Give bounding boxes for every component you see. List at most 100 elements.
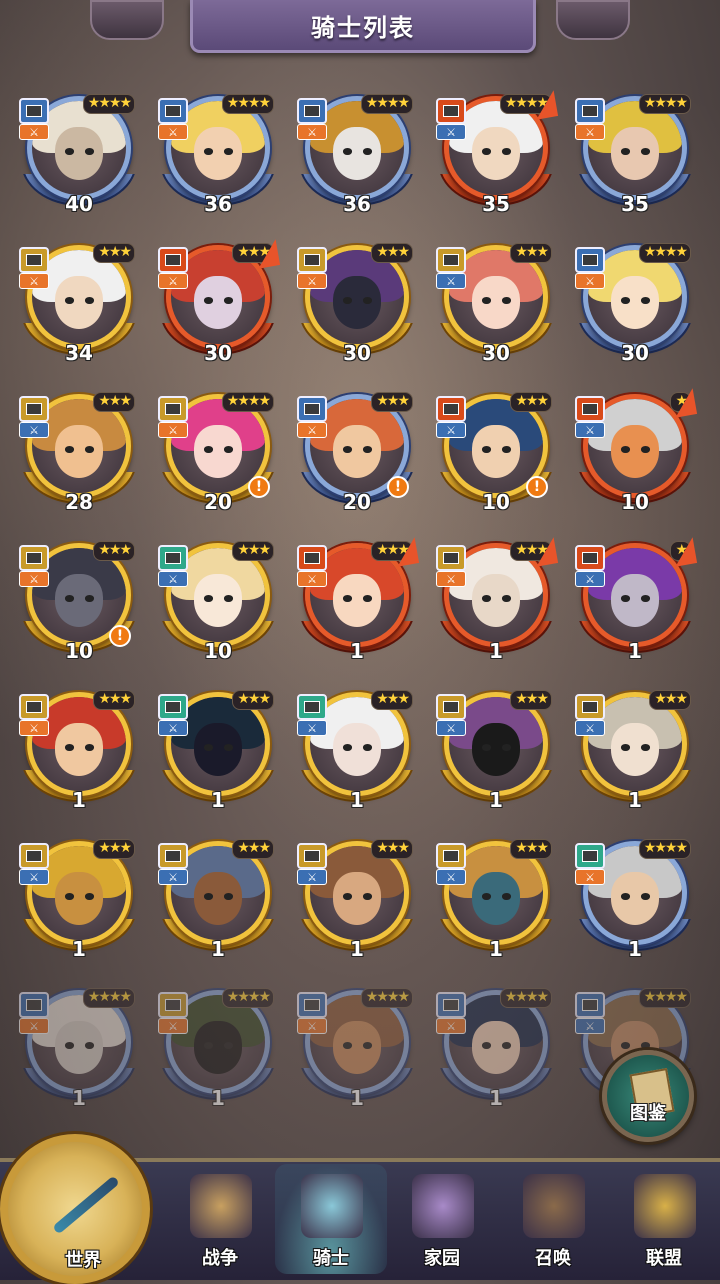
knight-card[interactable]: 10 ★ ⚔ — [571, 388, 698, 518]
knight-card[interactable]: 1 ★★★ ⚔ — [293, 688, 417, 816]
knight-card[interactable]: 10 ★★★ ⚔! — [432, 390, 556, 518]
knight-eye — [362, 446, 373, 453]
class-glyph — [443, 552, 459, 564]
page-title: 骑士列表 — [311, 13, 415, 42]
sword-icon: ⚔ — [297, 571, 327, 587]
knight-skin — [332, 1021, 382, 1074]
knight-card[interactable]: 1 ★★★★ ⚔ — [293, 986, 417, 1114]
knight-card[interactable]: 1 ★★★ ⚔ — [15, 837, 139, 965]
class-icon — [297, 694, 327, 720]
class-icon — [297, 98, 327, 124]
class-glyph — [26, 552, 42, 564]
knight-card[interactable]: 1 ★★★★ ⚔ — [154, 986, 278, 1114]
knight-card[interactable]: 1 ★★★ ⚔ — [432, 688, 556, 816]
sword-icon: ⚔ — [19, 1018, 49, 1034]
knight-card[interactable]: 1 ★★★ ⚔ — [432, 837, 556, 965]
knight-card[interactable]: 35 ★★★★ ⚔ — [571, 92, 695, 220]
knight-skin — [610, 276, 660, 329]
knight-card[interactable]: 1 ★★★ ⚔ — [432, 537, 559, 667]
knight-eye — [342, 297, 353, 304]
knight-card[interactable]: 40 ★★★★ ⚔ — [15, 92, 139, 220]
knight-card[interactable]: 1 ★★★ ⚔ — [571, 688, 695, 816]
class-glyph — [582, 701, 598, 713]
class-glyph — [26, 254, 42, 266]
knight-card[interactable]: 1 ★★★ ⚔ — [154, 837, 278, 965]
nav-item-2[interactable]: 家园 — [386, 1164, 498, 1274]
knight-card[interactable]: 10 ★★★ ⚔! — [15, 539, 139, 667]
nav-item-3[interactable]: 召唤 — [497, 1164, 609, 1274]
knight-eye — [362, 893, 373, 900]
knight-card[interactable]: 34 ★★★ ⚔ — [15, 241, 139, 369]
star-rating: ★★★ — [371, 392, 413, 412]
star-rating: ★★★★ — [221, 392, 274, 412]
knight-card[interactable]: 1 ★★★★ ⚔ — [571, 837, 695, 965]
star-rating: ★★★ — [649, 690, 691, 710]
class-glyph — [304, 105, 320, 117]
knight-card[interactable]: 35 ★★★★ ⚔ — [432, 90, 559, 220]
knight-level: 1 — [72, 1086, 86, 1110]
compass-icon — [52, 1175, 120, 1235]
knight-eye — [223, 595, 234, 602]
knight-card[interactable]: 1 ★★★ ⚔ — [15, 688, 139, 816]
knight-eye — [481, 744, 492, 751]
upgrade-arrow-icon — [670, 388, 698, 418]
alert-icon: ! — [526, 476, 548, 498]
nav-item-0[interactable]: 战争 — [164, 1164, 276, 1274]
class-glyph — [304, 254, 320, 266]
sword-icon: ⚔ — [158, 571, 188, 587]
class-glyph — [582, 105, 598, 117]
knight-card[interactable]: 1 ★★★ ⚔ — [293, 837, 417, 965]
nav-label: 骑士 — [313, 1248, 349, 1269]
nav-item-4[interactable]: 联盟 — [608, 1164, 720, 1274]
knight-eye — [640, 893, 651, 900]
star-rating: ★★★★ — [82, 94, 135, 114]
knight-eye — [223, 893, 234, 900]
knight-card[interactable]: 28 ★★★ ⚔ — [15, 390, 139, 518]
knight-card[interactable]: 30 ★★★★ ⚔ — [571, 241, 695, 369]
knight-card[interactable]: 20 ★★★ ⚔! — [293, 390, 417, 518]
class-glyph — [26, 403, 42, 415]
knight-card[interactable]: 10 ★★★ ⚔ — [154, 539, 278, 667]
knight-eye — [223, 744, 234, 751]
class-glyph — [165, 105, 181, 117]
knight-card[interactable]: 36 ★★★★ ⚔ — [154, 92, 278, 220]
class-glyph — [443, 254, 459, 266]
knight-eye — [620, 893, 631, 900]
knight-card[interactable]: 1 ★★★★ ⚔ — [15, 986, 139, 1114]
knight-level: 1 — [211, 788, 225, 812]
knight-eye — [84, 148, 95, 155]
knight-card[interactable]: 30 ★★★ ⚔ — [293, 241, 417, 369]
star-rating: ★★★ — [510, 392, 552, 412]
knight-eye — [481, 446, 492, 453]
knight-eye — [203, 148, 214, 155]
upgrade-arrow-icon — [531, 537, 559, 567]
class-glyph — [582, 403, 598, 415]
knight-skin — [332, 276, 382, 329]
knight-eye — [64, 297, 75, 304]
nav-item-1[interactable]: 骑士 — [275, 1164, 387, 1274]
knight-card[interactable]: 1 ★★★ ⚔ — [293, 537, 420, 667]
knight-card[interactable]: 1 ★★★★ ⚔ — [432, 986, 556, 1114]
knight-card[interactable]: 1 ★ ⚔ — [571, 537, 698, 667]
class-glyph — [26, 999, 42, 1011]
world-button[interactable]: 世界 — [0, 1134, 150, 1284]
title-banner: 骑士列表 — [190, 0, 536, 53]
header-decoration-right — [556, 0, 630, 40]
knight-card[interactable]: 30 ★★★ ⚔ — [432, 241, 556, 369]
knight-card[interactable]: 20 ★★★★ ⚔! — [154, 390, 278, 518]
knight-eye — [203, 744, 214, 751]
knight-card[interactable]: 1 ★★★ ⚔ — [154, 688, 278, 816]
knight-eye — [223, 446, 234, 453]
knight-eye — [481, 1042, 492, 1049]
knight-skin — [332, 723, 382, 776]
codex-button[interactable]: 图鉴 — [602, 1050, 694, 1142]
knight-eye — [342, 744, 353, 751]
knight-card[interactable]: 30 ★★★ ⚔ — [154, 239, 281, 369]
upgrade-arrow-icon — [392, 537, 420, 567]
knight-eye — [640, 148, 651, 155]
knight-eye — [620, 148, 631, 155]
class-glyph — [582, 552, 598, 564]
knight-card[interactable]: 36 ★★★★ ⚔ — [293, 92, 417, 220]
class-glyph — [304, 403, 320, 415]
knight-eye — [342, 1042, 353, 1049]
